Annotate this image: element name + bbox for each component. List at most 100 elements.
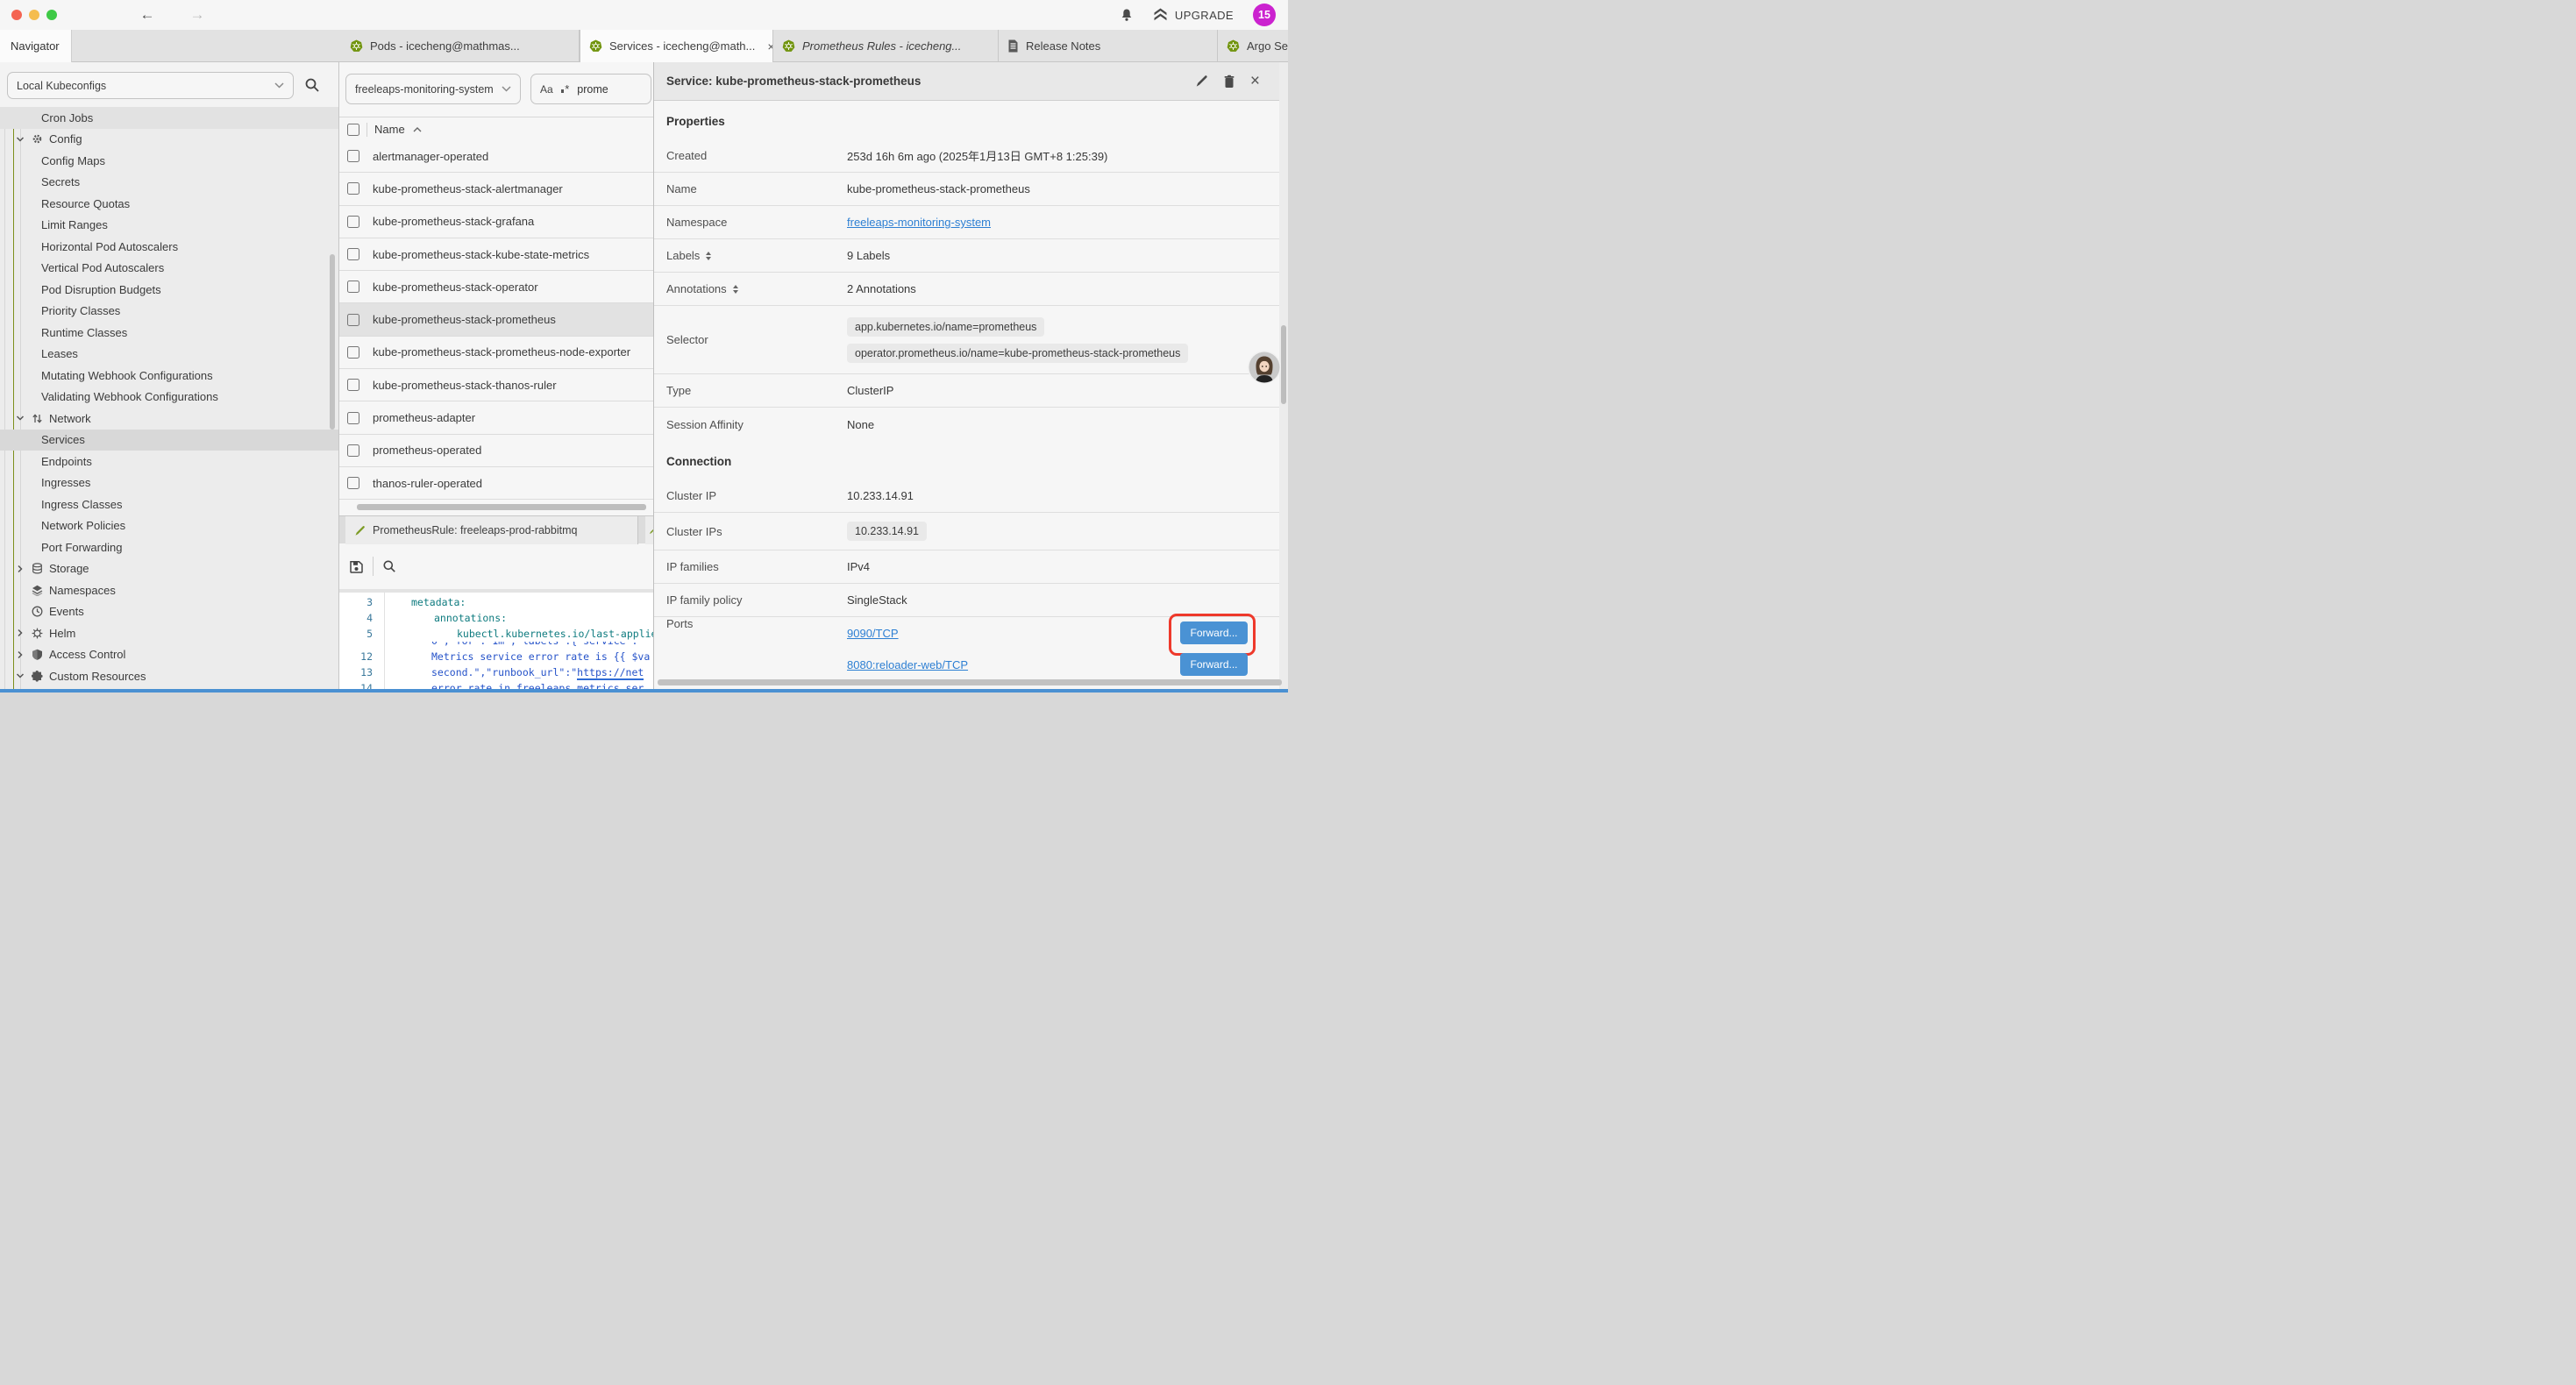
row-checkbox[interactable]	[347, 346, 359, 359]
chevron-right-icon[interactable]	[16, 565, 25, 573]
sidebar-item-secrets[interactable]: Secrets	[0, 172, 338, 194]
save-button[interactable]	[349, 559, 364, 574]
row-checkbox[interactable]	[347, 248, 359, 260]
tab-1[interactable]: Pods - icecheng@mathmas...	[341, 30, 580, 62]
row-checkbox[interactable]	[347, 216, 359, 228]
second-editor-tab[interactable]	[645, 516, 653, 544]
panel-horizontal-scrollbar[interactable]	[658, 679, 1282, 685]
sidebar-item-runtime-classes[interactable]: Runtime Classes	[0, 322, 338, 344]
delete-trash-icon[interactable]	[1223, 75, 1235, 89]
edit-pencil-icon[interactable]	[1195, 75, 1208, 88]
row-checkbox[interactable]	[347, 444, 359, 457]
sidebar-item-namespaces[interactable]: Namespaces	[0, 579, 338, 601]
assistant-avatar[interactable]	[1248, 351, 1281, 384]
tab-4[interactable]: Release Notes	[999, 30, 1218, 62]
table-row[interactable]: kube-prometheus-stack-prometheus	[339, 303, 653, 336]
sidebar-item-cron-jobs[interactable]: Cron Jobs	[0, 107, 338, 129]
namespace-select[interactable]: freeleaps-monitoring-system	[345, 74, 521, 104]
minimize-window-button[interactable]	[29, 10, 39, 20]
row-checkbox[interactable]	[347, 150, 359, 162]
sort-updown-icon[interactable]	[706, 252, 711, 260]
close-window-button[interactable]	[11, 10, 22, 20]
sidebar-item-events[interactable]: Events	[0, 601, 338, 623]
port-link[interactable]: 9090/TCP	[847, 627, 899, 640]
sidebar-item-config[interactable]: Config	[0, 129, 338, 151]
port-link[interactable]: 8080:reloader-web/TCP	[847, 658, 968, 671]
close-panel-icon[interactable]: ×	[1250, 73, 1260, 89]
table-row[interactable]: prometheus-operated	[339, 435, 653, 467]
sidebar-item-endpoints[interactable]: Endpoints	[0, 451, 338, 472]
forward-button[interactable]: Forward...	[1180, 653, 1248, 676]
forward-button[interactable]: Forward...	[1180, 621, 1248, 644]
table-row[interactable]: kube-prometheus-stack-kube-state-metrics	[339, 238, 653, 271]
sidebar-item-limit-ranges[interactable]: Limit Ranges	[0, 215, 338, 237]
row-checkbox[interactable]	[347, 281, 359, 293]
navigator-tab[interactable]: Navigator	[0, 30, 72, 62]
table-row[interactable]: kube-prometheus-stack-thanos-ruler	[339, 369, 653, 401]
back-button[interactable]: ←	[137, 4, 158, 25]
select-all-checkbox[interactable]	[347, 124, 359, 136]
name-column-header[interactable]: Name	[374, 123, 422, 136]
table-row[interactable]: thanos-ruler-operated	[339, 467, 653, 500]
prometheusrule-editor-tab[interactable]: PrometheusRule: freeleaps-prod-rabbitmq	[345, 516, 638, 544]
sidebar-item-resource-quotas[interactable]: Resource Quotas	[0, 193, 338, 215]
row-checkbox[interactable]	[347, 477, 359, 489]
zoom-window-button[interactable]	[46, 10, 57, 20]
property-value: 2 Annotations	[847, 282, 916, 295]
regex-toggle-icon[interactable]: *	[561, 82, 570, 96]
sort-updown-icon[interactable]	[733, 285, 738, 294]
table-row[interactable]: kube-prometheus-stack-alertmanager	[339, 173, 653, 205]
sidebar-scrollbar[interactable]	[330, 254, 335, 430]
tab-2[interactable]: Services - icecheng@math...×	[580, 30, 773, 62]
sidebar-item-pod-disruption-budgets[interactable]: Pod Disruption Budgets	[0, 279, 338, 301]
table-row[interactable]: kube-prometheus-stack-operator	[339, 271, 653, 303]
match-case-toggle[interactable]: Aa	[540, 83, 553, 96]
sidebar-item-network-policies[interactable]: Network Policies	[0, 515, 338, 537]
chevron-down-icon[interactable]	[16, 414, 25, 423]
notification-badge[interactable]: 15	[1253, 4, 1276, 26]
row-checkbox[interactable]	[347, 379, 359, 391]
sidebar-item-custom-resources[interactable]: Custom Resources	[0, 665, 338, 687]
table-row[interactable]: alertmanager-operated	[339, 140, 653, 173]
close-tab-icon[interactable]: ×	[767, 39, 773, 53]
chevron-down-icon[interactable]	[16, 671, 25, 680]
sidebar-item-priority-classes[interactable]: Priority Classes	[0, 301, 338, 323]
table-row[interactable]: kube-prometheus-stack-grafana	[339, 206, 653, 238]
list-search-input[interactable]: Aa * prome	[530, 74, 651, 104]
row-checkbox[interactable]	[347, 412, 359, 424]
tab-5[interactable]: Argo Se	[1218, 30, 1288, 62]
sidebar-item-services[interactable]: Services	[0, 430, 338, 451]
sidebar-item-access-control[interactable]: Access Control	[0, 644, 338, 666]
namespace-select-value: freeleaps-monitoring-system	[355, 83, 494, 96]
sidebar-item-network[interactable]: Network	[0, 408, 338, 430]
sidebar-item-config-maps[interactable]: Config Maps	[0, 150, 338, 172]
sidebar-item-port-forwarding[interactable]: Port Forwarding	[0, 536, 338, 558]
list-horizontal-scrollbar[interactable]	[357, 504, 646, 510]
sidebar-item-validating-webhook-configurations[interactable]: Validating Webhook Configurations	[0, 387, 338, 408]
sidebar-item-storage[interactable]: Storage	[0, 558, 338, 580]
sidebar-item-ingresses[interactable]: Ingresses	[0, 472, 338, 494]
sidebar-item-helm[interactable]: Helm	[0, 622, 338, 644]
forward-button[interactable]: →	[187, 4, 208, 25]
chevron-right-icon[interactable]	[16, 650, 25, 659]
table-row[interactable]: prometheus-adapter	[339, 401, 653, 434]
yaml-editor[interactable]: 3metadata:4annotations:5kubectl.kubernet…	[339, 589, 653, 692]
sidebar-item-mutating-webhook-configurations[interactable]: Mutating Webhook Configurations	[0, 365, 338, 387]
row-checkbox[interactable]	[347, 182, 359, 195]
kubeconfig-select[interactable]: Local Kubeconfigs	[7, 72, 294, 99]
editor-line: 5kubectl.kubernetes.io/last-applied-conf…	[339, 627, 653, 643]
sidebar-item-ingress-classes[interactable]: Ingress Classes	[0, 494, 338, 515]
bell-icon[interactable]	[1120, 8, 1134, 23]
namespace-link[interactable]: freeleaps-monitoring-system	[847, 216, 991, 229]
find-button[interactable]	[382, 559, 396, 573]
sidebar-search-icon[interactable]	[304, 77, 320, 93]
row-checkbox[interactable]	[347, 314, 359, 326]
sidebar-item-vertical-pod-autoscalers[interactable]: Vertical Pod Autoscalers	[0, 258, 338, 280]
chevron-down-icon[interactable]	[16, 135, 25, 144]
table-row[interactable]: kube-prometheus-stack-prometheus-node-ex…	[339, 337, 653, 369]
tab-3[interactable]: Prometheus Rules - icecheng...	[773, 30, 999, 62]
chevron-right-icon[interactable]	[16, 629, 25, 637]
sidebar-item-horizontal-pod-autoscalers[interactable]: Horizontal Pod Autoscalers	[0, 236, 338, 258]
sidebar-item-leases[interactable]: Leases	[0, 344, 338, 366]
upgrade-button[interactable]: UPGRADE	[1153, 8, 1234, 22]
